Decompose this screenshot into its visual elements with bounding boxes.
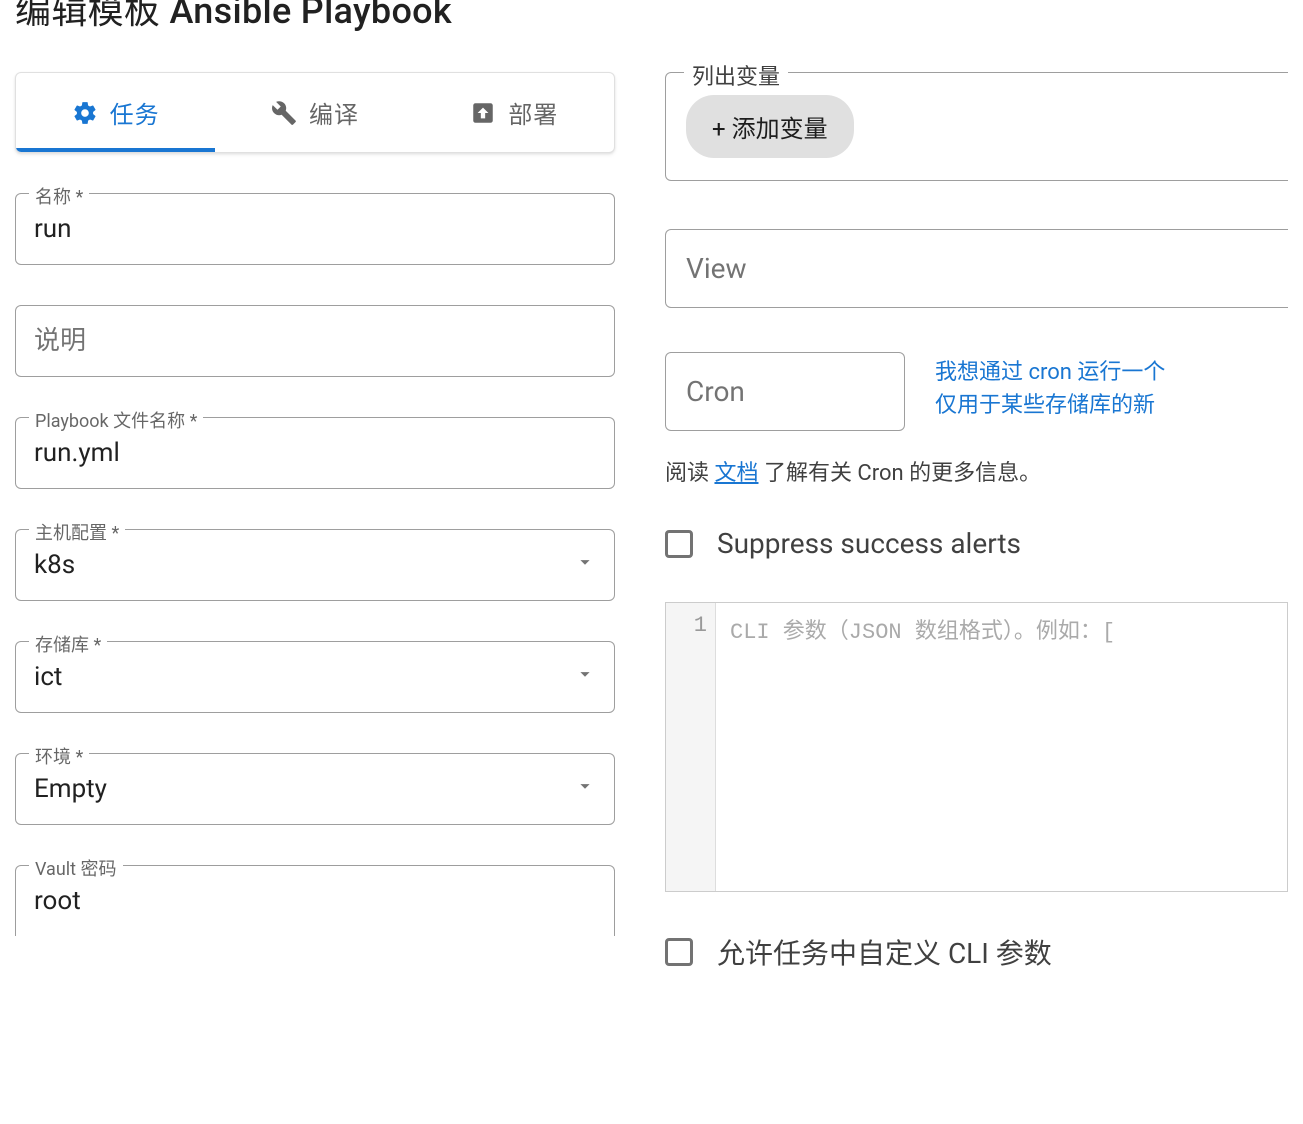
repository-field-label: 存储库 * [29, 631, 107, 657]
cron-placeholder: Cron [686, 375, 745, 408]
page-title: 编辑模板 Ansible Playbook [15, 0, 1288, 34]
editor-gutter: 1 [666, 603, 716, 891]
cron-help-text: 我想通过 cron 运行一个 仅用于某些存储库的新 [935, 352, 1165, 422]
upload-icon [470, 100, 496, 126]
tab-bar: 任务 编译 部署 [15, 72, 615, 153]
vault-value: root [34, 886, 81, 916]
chevron-down-icon [574, 550, 596, 580]
variables-fieldset: 列出变量 + 添加变量 [665, 72, 1288, 181]
tab-deploy-label: 部署 [508, 95, 558, 130]
tab-build[interactable]: 编译 [215, 73, 414, 152]
editor-content[interactable]: CLI 参数（JSON 数组格式）。例如：[ [716, 603, 1287, 891]
doc-link[interactable]: 文档 [714, 461, 758, 486]
gear-icon [72, 100, 98, 126]
inventory-value: k8s [34, 550, 75, 580]
repository-value: ict [34, 662, 62, 692]
suppress-alerts-checkbox[interactable] [665, 530, 693, 558]
view-select[interactable]: View [665, 229, 1288, 308]
vault-field-label: Vault 密码 [29, 855, 123, 881]
view-placeholder: View [686, 252, 747, 285]
environment-field-label: 环境 * [29, 743, 89, 769]
chevron-down-icon [574, 662, 596, 692]
environment-select[interactable]: Empty [15, 753, 615, 825]
variables-legend: 列出变量 [684, 59, 788, 91]
wrench-icon [271, 100, 297, 126]
chevron-down-icon [574, 774, 596, 804]
tab-task[interactable]: 任务 [16, 73, 215, 152]
allow-cli-override-checkbox[interactable] [665, 938, 693, 966]
cron-doc-line: 阅读 文档 了解有关 Cron 的更多信息。 [665, 455, 1288, 487]
name-field-label: 名称 * [29, 183, 89, 209]
allow-cli-override-label: 允许任务中自定义 CLI 参数 [717, 932, 1052, 972]
playbook-field-label: Playbook 文件名称 * [29, 407, 203, 433]
suppress-alerts-label: Suppress success alerts [717, 527, 1021, 560]
description-field[interactable] [15, 305, 615, 377]
inventory-field-label: 主机配置 * [29, 519, 125, 545]
tab-task-label: 任务 [110, 95, 160, 130]
name-field[interactable] [15, 193, 615, 265]
tab-deploy[interactable]: 部署 [415, 73, 614, 152]
add-variable-button[interactable]: + 添加变量 [686, 95, 854, 158]
tab-build-label: 编译 [309, 95, 359, 130]
cron-field[interactable]: Cron [665, 352, 905, 431]
environment-value: Empty [34, 774, 107, 804]
cli-args-editor[interactable]: 1 CLI 参数（JSON 数组格式）。例如：[ [665, 602, 1288, 892]
